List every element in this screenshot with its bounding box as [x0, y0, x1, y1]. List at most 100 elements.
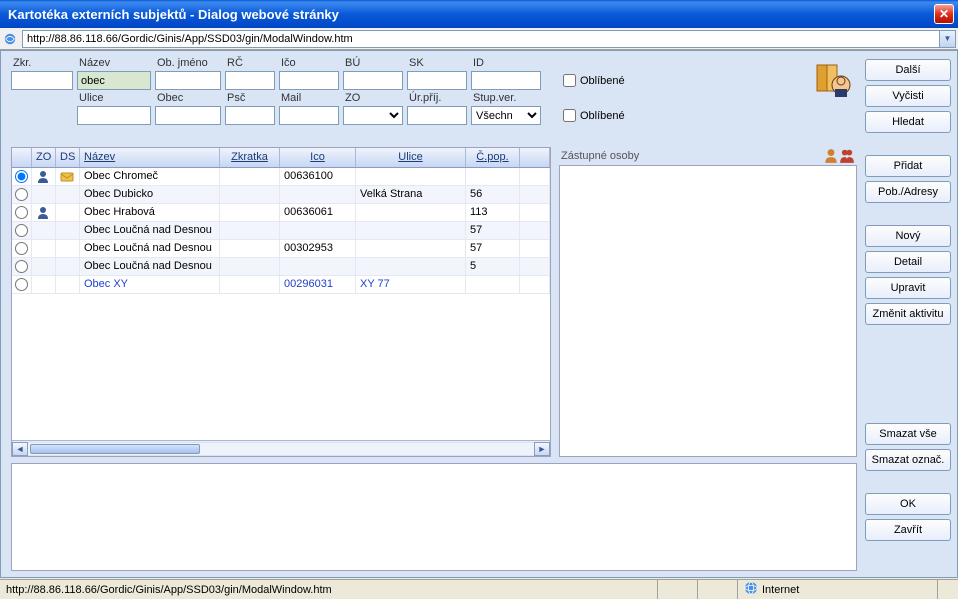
- dialog-content: Zkr. Název Ob. jméno RČ Ičo BÚ: [0, 50, 958, 578]
- col-zkratka[interactable]: Zkratka: [220, 148, 280, 167]
- window-title: Kartotéka externích subjektů - Dialog we…: [4, 7, 934, 22]
- smazatvse-button[interactable]: Smazat vše: [865, 423, 951, 445]
- checkbox-oblibene-1[interactable]: [563, 74, 576, 87]
- person-group-icon[interactable]: [839, 148, 855, 164]
- col-cpop[interactable]: Č.pop.: [466, 148, 520, 167]
- row-ico: 00302953: [280, 240, 356, 257]
- novy-button[interactable]: Nový: [865, 225, 951, 247]
- zmenitakt-button[interactable]: Změnit aktivitu: [865, 303, 951, 325]
- input-objmeno[interactable]: [155, 71, 221, 90]
- row-zkratka: [220, 168, 280, 185]
- table-row[interactable]: Obec Chromeč00636100: [12, 168, 550, 186]
- row-radio[interactable]: [12, 168, 32, 185]
- middle-area: ZO DS Název Zkratka Ico Ulice Č.pop. Obe…: [11, 147, 857, 457]
- input-bu[interactable]: [343, 71, 403, 90]
- table-row[interactable]: Obec Hrabová00636061113: [12, 204, 550, 222]
- row-cpop: [466, 168, 520, 185]
- col-ulice[interactable]: Ulice: [356, 148, 466, 167]
- row-ico: [280, 222, 356, 239]
- input-mail[interactable]: [279, 106, 339, 125]
- label-ulice: Ulice: [77, 92, 151, 106]
- scroll-left-button[interactable]: ◄: [12, 442, 28, 456]
- input-psc[interactable]: [225, 106, 275, 125]
- chevron-down-icon: ▼: [944, 34, 952, 43]
- row-ulice: [356, 258, 466, 275]
- label-obec: Obec: [155, 92, 221, 106]
- status-url: http://88.86.118.66/Gordic/Ginis/App/SSD…: [0, 580, 658, 599]
- row-ico: [280, 186, 356, 203]
- address-bar: ▼: [0, 28, 958, 50]
- row-nazev: Obec Hrabová: [80, 204, 220, 221]
- pridat-button[interactable]: Přidat: [865, 155, 951, 177]
- row-zo-icon: [32, 240, 56, 257]
- row-zkratka: [220, 222, 280, 239]
- table-row[interactable]: Obec Loučná nad Desnou57: [12, 222, 550, 240]
- col-zo[interactable]: ZO: [32, 148, 56, 167]
- input-id[interactable]: [471, 71, 541, 90]
- row-zo-icon: [32, 168, 56, 185]
- status-spacer-2: [698, 580, 738, 599]
- table-row[interactable]: Obec DubickoVelká Strana56: [12, 186, 550, 204]
- input-obec[interactable]: [155, 106, 221, 125]
- table-row[interactable]: Obec Loučná nad Desnou5: [12, 258, 550, 276]
- row-last: [520, 186, 550, 203]
- scroll-right-button[interactable]: ►: [534, 442, 550, 456]
- row-cpop: [466, 276, 520, 293]
- label-nazev: Název: [77, 57, 151, 71]
- col-ds[interactable]: DS: [56, 148, 80, 167]
- upravit-button[interactable]: Upravit: [865, 277, 951, 299]
- row-zkratka: [220, 258, 280, 275]
- select-zo[interactable]: [343, 106, 403, 125]
- input-nazev[interactable]: [77, 71, 151, 90]
- row-radio[interactable]: [12, 204, 32, 221]
- smazatoznac-button[interactable]: Smazat označ.: [865, 449, 951, 471]
- catalog-icon: [813, 61, 853, 101]
- person-single-icon[interactable]: [823, 148, 839, 164]
- input-rc[interactable]: [225, 71, 275, 90]
- row-nazev: Obec XY: [80, 276, 220, 293]
- scroll-thumb[interactable]: [30, 444, 200, 454]
- hledat-button[interactable]: Hledat: [865, 111, 951, 133]
- scroll-track[interactable]: [28, 442, 534, 456]
- row-ds-icon: [56, 258, 80, 275]
- table-row[interactable]: Obec Loučná nad Desnou0030295357: [12, 240, 550, 258]
- label-mail: Mail: [279, 92, 339, 106]
- input-ulice[interactable]: [77, 106, 151, 125]
- select-stupver[interactable]: Všechn: [471, 106, 541, 125]
- row-radio[interactable]: [12, 186, 32, 203]
- address-input[interactable]: [22, 30, 940, 48]
- dalsi-button[interactable]: Další: [865, 59, 951, 81]
- col-nazev[interactable]: Název: [80, 148, 220, 167]
- vycisti-button[interactable]: Vyčisti: [865, 85, 951, 107]
- row-ulice: [356, 204, 466, 221]
- input-sk[interactable]: [407, 71, 467, 90]
- checkbox-oblibene-2[interactable]: [563, 109, 576, 122]
- input-urpri[interactable]: [407, 106, 467, 125]
- input-ico[interactable]: [279, 71, 339, 90]
- person-icon: [36, 211, 50, 221]
- input-zkr[interactable]: [11, 71, 73, 90]
- row-nazev: Obec Dubicko: [80, 186, 220, 203]
- ok-button[interactable]: OK: [865, 493, 951, 515]
- row-last: [520, 240, 550, 257]
- grid-scrollbar[interactable]: ◄ ►: [12, 440, 550, 456]
- row-ico: [280, 258, 356, 275]
- row-radio[interactable]: [12, 240, 32, 257]
- label-sk: SK: [407, 57, 467, 71]
- row-ulice: [356, 222, 466, 239]
- zavrit-button[interactable]: Zavřít: [865, 519, 951, 541]
- detail-button[interactable]: Detail: [865, 251, 951, 273]
- row-nazev: Obec Loučná nad Desnou: [80, 258, 220, 275]
- col-ico[interactable]: Ico: [280, 148, 356, 167]
- label-objmeno: Ob. jméno: [155, 57, 221, 71]
- row-ico: 00296031: [280, 276, 356, 293]
- row-radio[interactable]: [12, 222, 32, 239]
- row-zkratka: [220, 240, 280, 257]
- row-radio[interactable]: [12, 258, 32, 275]
- close-button[interactable]: ✕: [934, 4, 954, 24]
- row-radio[interactable]: [12, 276, 32, 293]
- grid-header: ZO DS Název Zkratka Ico Ulice Č.pop.: [12, 148, 550, 168]
- address-dropdown[interactable]: ▼: [940, 30, 956, 48]
- table-row[interactable]: Obec XY00296031XY 77: [12, 276, 550, 294]
- pobadresy-button[interactable]: Pob./Adresy: [865, 181, 951, 203]
